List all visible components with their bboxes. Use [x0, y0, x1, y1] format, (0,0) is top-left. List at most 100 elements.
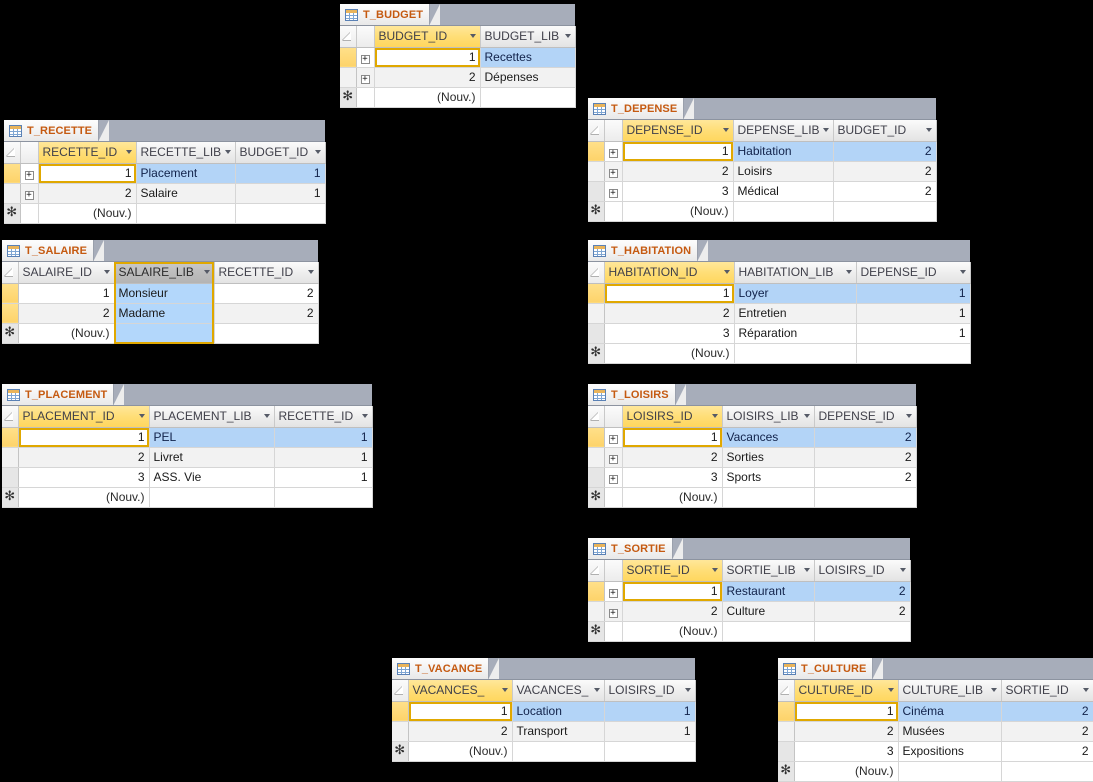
cell-id[interactable]: 3: [622, 467, 723, 488]
chevron-down-icon[interactable]: [1082, 688, 1089, 693]
cell-foreign-key[interactable]: 2: [1001, 721, 1093, 742]
cell-id[interactable]: 2: [18, 447, 150, 468]
new-record-selector[interactable]: ✻: [392, 741, 409, 762]
cell-foreign-key[interactable]: 2: [814, 601, 911, 622]
new-record-fk-cell[interactable]: [1001, 761, 1093, 782]
new-record-row[interactable]: ✻ (Nouv.): [392, 741, 696, 762]
cell-id[interactable]: 2: [408, 721, 513, 742]
table-row[interactable]: +2 Sorties 2: [588, 447, 917, 468]
cell-label[interactable]: Loisirs: [733, 161, 834, 182]
cell-id[interactable]: 3: [18, 467, 150, 488]
row-expander[interactable]: +: [356, 47, 375, 68]
row-expander[interactable]: +: [604, 181, 623, 202]
chevron-down-icon[interactable]: [711, 414, 718, 419]
cell-label[interactable]: Culture: [722, 601, 815, 622]
cell-foreign-key[interactable]: 1: [235, 163, 326, 184]
row-selector[interactable]: [392, 721, 409, 742]
expand-subdatasheet-icon[interactable]: +: [608, 169, 618, 178]
expand-subdatasheet-icon[interactable]: +: [608, 455, 618, 464]
table-row[interactable]: +3 Médical 2: [588, 181, 937, 202]
new-record-fk-cell[interactable]: [814, 487, 917, 508]
tab-t_recette[interactable]: T_RECETTE: [4, 120, 110, 141]
cell-label[interactable]: Entretien: [734, 303, 857, 324]
cell-foreign-key[interactable]: 1: [856, 323, 971, 344]
new-record-row[interactable]: ✻ (Nouv.): [588, 201, 937, 222]
cell-foreign-key[interactable]: 2: [814, 447, 917, 468]
cell-label[interactable]: Habitation: [733, 141, 834, 162]
column-header-budget_lib-1[interactable]: BUDGET_LIB: [480, 26, 576, 48]
cell-foreign-key[interactable]: 1: [274, 447, 373, 468]
chevron-down-icon[interactable]: [314, 150, 321, 155]
row-selector[interactable]: [340, 47, 357, 68]
column-header-habitation_lib-1[interactable]: HABITATION_LIB: [734, 262, 857, 284]
table-row[interactable]: 1 Monsieur 2: [2, 283, 319, 304]
new-record-id-cell[interactable]: (Nouv.): [622, 201, 734, 222]
new-record-fk-cell[interactable]: [235, 203, 326, 224]
table-row[interactable]: 2 Livret 1: [2, 447, 373, 468]
new-record-label-cell[interactable]: [733, 201, 834, 222]
chevron-down-icon[interactable]: [307, 270, 314, 275]
cell-label[interactable]: Location: [512, 701, 605, 722]
cell-id[interactable]: 1: [622, 581, 723, 602]
table-row[interactable]: 3 Réparation 1: [588, 323, 971, 344]
new-record-id-cell[interactable]: (Nouv.): [794, 761, 899, 782]
expand-subdatasheet-icon[interactable]: +: [608, 149, 618, 158]
chevron-down-icon[interactable]: [564, 34, 571, 39]
cell-label[interactable]: Musées: [898, 721, 1002, 742]
row-selector[interactable]: [588, 427, 605, 448]
cell-label[interactable]: Dépenses: [480, 67, 576, 88]
new-record-row[interactable]: ✻ (Nouv.): [588, 621, 911, 642]
new-record-selector[interactable]: ✻: [778, 761, 795, 782]
cell-id[interactable]: 1: [38, 163, 137, 184]
select-all-corner[interactable]: [588, 120, 605, 142]
expand-subdatasheet-icon[interactable]: +: [24, 191, 34, 200]
cell-id[interactable]: 3: [794, 741, 899, 762]
cell-label[interactable]: Cinéma: [898, 701, 1002, 722]
row-selector[interactable]: [2, 283, 19, 304]
select-all-corner[interactable]: [392, 680, 409, 702]
column-header-vacances-0[interactable]: VACANCES_: [408, 680, 513, 702]
column-header-budget_id-2[interactable]: BUDGET_ID: [833, 120, 937, 142]
new-record-id-cell[interactable]: (Nouv.): [408, 741, 513, 762]
tab-t_depense[interactable]: T_DEPENSE: [588, 98, 695, 119]
new-record-row[interactable]: ✻ (Nouv.): [340, 87, 576, 108]
chevron-down-icon[interactable]: [722, 128, 729, 133]
select-all-corner[interactable]: [4, 142, 21, 164]
new-record-row[interactable]: ✻ (Nouv.): [2, 487, 373, 508]
row-selector[interactable]: [778, 721, 795, 742]
cell-foreign-key[interactable]: 1: [274, 467, 373, 488]
select-all-corner[interactable]: [588, 560, 605, 582]
expand-subdatasheet-icon[interactable]: +: [608, 435, 618, 444]
row-selector[interactable]: [588, 181, 605, 202]
new-record-label-cell[interactable]: [149, 487, 275, 508]
new-record-label-cell[interactable]: [114, 323, 215, 344]
cell-label[interactable]: Loyer: [734, 283, 857, 304]
column-header-loisirs_id-2[interactable]: LOISIRS_ID: [814, 560, 911, 582]
tab-t_salaire[interactable]: T_SALAIRE: [2, 240, 105, 261]
new-record-id-cell[interactable]: (Nouv.): [38, 203, 137, 224]
chevron-down-icon[interactable]: [803, 568, 810, 573]
cell-label[interactable]: Transport: [512, 721, 605, 742]
cell-id[interactable]: 2: [622, 447, 723, 468]
column-header-salaire_id-0[interactable]: SALAIRE_ID: [18, 262, 115, 284]
cell-label[interactable]: Placement: [136, 163, 236, 184]
column-header-depense_lib-1[interactable]: DEPENSE_LIB: [733, 120, 834, 142]
new-record-fk-cell[interactable]: [214, 323, 319, 344]
tab-t_sortie[interactable]: T_SORTIE: [588, 538, 683, 559]
chevron-down-icon[interactable]: [990, 688, 997, 693]
column-header-depense_id-0[interactable]: DEPENSE_ID: [622, 120, 734, 142]
table-row[interactable]: 3 Expositions 2: [778, 741, 1093, 762]
expand-subdatasheet-icon[interactable]: +: [360, 75, 370, 84]
cell-label[interactable]: Sorties: [722, 447, 815, 468]
expand-subdatasheet-icon[interactable]: +: [360, 55, 370, 64]
new-record-id-cell[interactable]: (Nouv.): [374, 87, 481, 108]
cell-label[interactable]: PEL: [149, 427, 275, 448]
column-header-sortie_id-0[interactable]: SORTIE_ID: [622, 560, 723, 582]
row-expander[interactable]: +: [20, 183, 39, 204]
row-selector[interactable]: [588, 303, 605, 324]
expand-subdatasheet-icon[interactable]: +: [608, 189, 618, 198]
row-selector[interactable]: [588, 323, 605, 344]
cell-label[interactable]: Vacances: [722, 427, 815, 448]
new-record-id-cell[interactable]: (Nouv.): [604, 343, 735, 364]
row-selector[interactable]: [588, 283, 605, 304]
